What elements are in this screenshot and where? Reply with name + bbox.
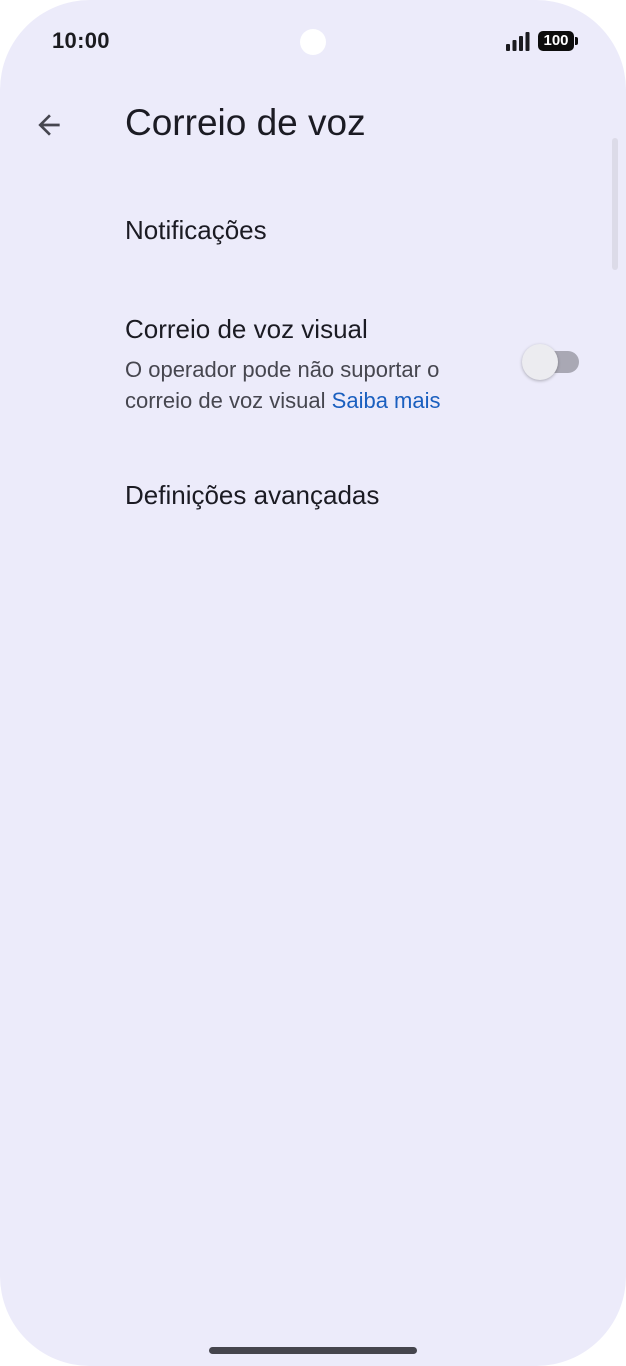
page-title: Correio de voz [125, 102, 366, 143]
switch-thumb [522, 344, 558, 380]
notifications-setting[interactable] [0, 190, 626, 274]
cell-signal-icon [506, 32, 530, 51]
status-bar-time: 10:00 [52, 28, 110, 53]
navigation-handle[interactable] [209, 1347, 417, 1354]
front-camera [300, 29, 326, 55]
advanced-settings-title: Definições avançadas [125, 480, 380, 510]
back-button[interactable] [24, 100, 74, 150]
visual-voicemail-switch[interactable] [522, 344, 580, 380]
visual-voicemail-summary: O operador pode não suportar o correio d… [125, 354, 505, 416]
learn-more-link[interactable]: Saiba mais [332, 388, 441, 413]
notifications-title: Notificações [125, 215, 267, 245]
battery-tip [575, 37, 578, 45]
visual-voicemail-title: Correio de voz visual [125, 314, 368, 344]
battery-indicator: 100 [538, 31, 574, 51]
arrow-back-icon [38, 114, 60, 136]
phone-screen: 10:00 100 Correio de voz Notificações Co… [0, 0, 626, 1366]
